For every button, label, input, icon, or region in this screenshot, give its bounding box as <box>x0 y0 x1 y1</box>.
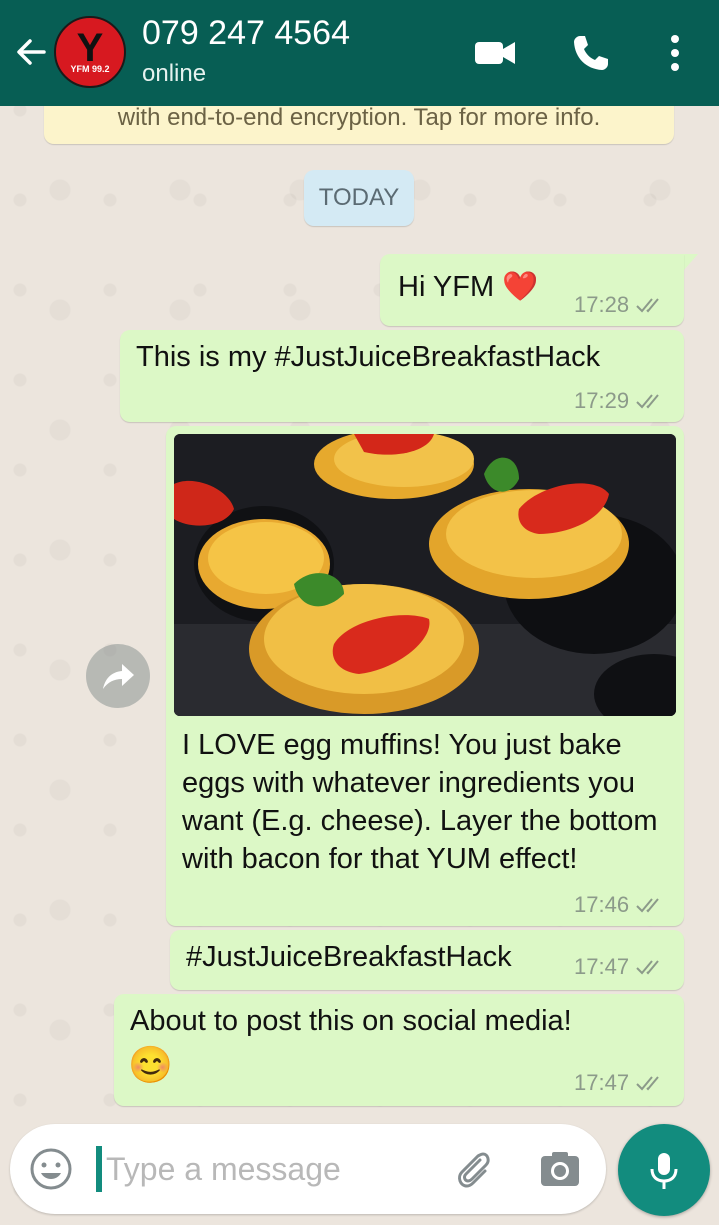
contact-status: online <box>142 60 207 87</box>
message-meta: 17:29 <box>574 388 665 414</box>
message-text: Hi YFM ❤️ <box>398 271 539 303</box>
egg-muffin-photo-icon <box>174 434 676 716</box>
microphone-icon <box>650 1153 678 1189</box>
message-time: 17:46 <box>574 892 630 917</box>
back-arrow-icon[interactable] <box>10 32 50 72</box>
emoji-icon[interactable] <box>28 1146 74 1192</box>
more-options-icon[interactable] <box>652 30 698 76</box>
double-tick-icon <box>636 298 659 313</box>
avatar[interactable]: Y YFM 99.2 <box>54 16 126 88</box>
chat-header: Y YFM 99.2 079 247 4564 online <box>0 0 719 106</box>
contact-name[interactable]: 079 247 4564 <box>142 14 350 53</box>
message-composer <box>10 1124 606 1214</box>
avatar-logo-sub: YFM 99.2 <box>70 64 110 74</box>
message-time: 17:47 <box>574 954 630 979</box>
message-meta: 17:28 <box>574 292 665 318</box>
camera-icon[interactable] <box>538 1148 582 1192</box>
message-meta: 17:46 <box>574 892 665 918</box>
message-time: 17:47 <box>574 1070 630 1095</box>
smiling-emoji: 😊 <box>128 1044 173 1085</box>
message-bubble-image[interactable]: I LOVE egg muffins! You just bake eggs w… <box>166 426 684 926</box>
message-bubble[interactable]: About to post this on social media! 😊 17… <box>114 994 684 1106</box>
double-tick-icon <box>636 898 659 913</box>
video-call-icon[interactable] <box>472 30 518 76</box>
message-text: About to post this on social media! <box>130 1005 572 1037</box>
text-caret <box>96 1146 102 1192</box>
message-photo[interactable] <box>174 434 676 716</box>
message-bubble[interactable]: #JustJuiceBreakfastHack 17:47 <box>170 930 684 990</box>
message-bubble[interactable]: This is my #JustJuiceBreakfastHack 17:29 <box>120 330 684 422</box>
message-text: #JustJuiceBreakfastHack <box>186 941 512 973</box>
message-bubble[interactable]: Hi YFM ❤️ 17:28 <box>380 254 684 326</box>
message-meta: 17:47 <box>574 954 665 980</box>
message-meta: 17:47 <box>574 1070 665 1096</box>
attachment-icon[interactable] <box>450 1146 496 1192</box>
message-time: 17:28 <box>574 292 630 317</box>
message-time: 17:29 <box>574 388 630 413</box>
forward-button[interactable] <box>86 644 150 708</box>
double-tick-icon <box>636 960 659 975</box>
double-tick-icon <box>636 1076 659 1091</box>
message-text: This is my #JustJuiceBreakfastHack <box>136 341 601 373</box>
voice-record-button[interactable] <box>618 1124 710 1216</box>
double-tick-icon <box>636 394 659 409</box>
voice-call-icon[interactable] <box>568 30 614 76</box>
bubble-tail <box>684 254 698 270</box>
message-text: I LOVE egg muffins! You just bake eggs w… <box>182 729 658 875</box>
message-input[interactable] <box>106 1144 426 1194</box>
forward-icon <box>103 664 134 689</box>
date-chip: TODAY <box>304 170 414 226</box>
